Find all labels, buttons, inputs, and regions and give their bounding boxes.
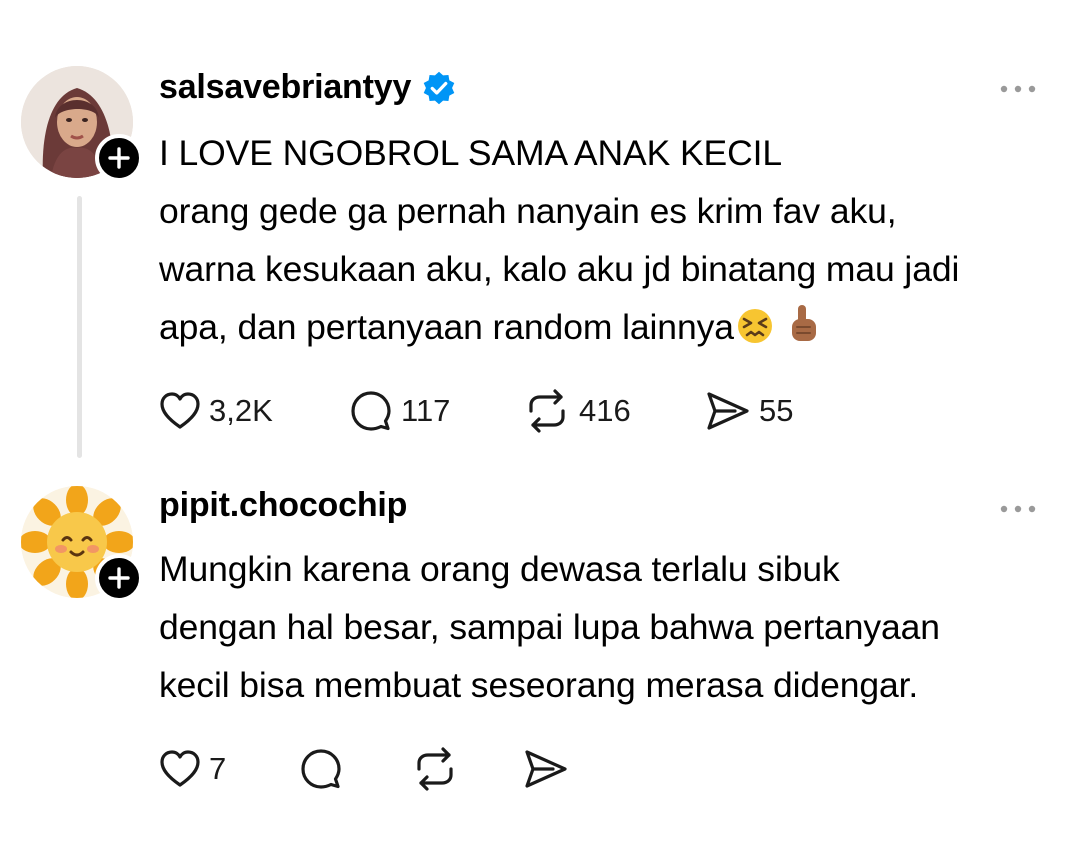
- like-count: 3,2K: [209, 393, 273, 428]
- text-line: Mungkin karena orang dewasa terlalu sibu…: [159, 549, 840, 589]
- confounded-face-icon: [737, 309, 772, 343]
- author-avatar-wrap: [21, 66, 143, 182]
- share-button[interactable]: 55: [705, 388, 793, 434]
- post-main: salsavebriantyy I LOVE NGOBROL SAMA ANAK…: [0, 0, 1080, 470]
- like-button[interactable]: 7: [159, 746, 226, 792]
- username[interactable]: pipit.chocochip: [159, 486, 407, 525]
- repost-icon: [417, 747, 453, 791]
- text-line: I LOVE NGOBROL SAMA ANAK KECIL: [159, 133, 783, 173]
- repost-count: 416: [579, 393, 631, 428]
- text-line: kecil bisa membuat seseorang merasa dide…: [159, 665, 919, 705]
- thread-line: [77, 196, 82, 458]
- post-text: I LOVE NGOBROL SAMA ANAK KECIL orang ged…: [159, 124, 1059, 356]
- plus-icon: [108, 147, 130, 169]
- reply-count: 117: [401, 393, 451, 428]
- repost-button[interactable]: [411, 746, 459, 792]
- author-avatar-wrap: [21, 486, 143, 602]
- post-text: Mungkin karena orang dewasa terlalu sibu…: [159, 540, 1059, 714]
- send-icon: [707, 392, 749, 430]
- text-line: dengan hal besar, sampai lupa bahwa pert…: [159, 607, 940, 647]
- index-pointing-up-icon: [791, 305, 816, 341]
- repost-button[interactable]: 416: [523, 388, 631, 434]
- share-button[interactable]: [523, 746, 569, 792]
- share-count: 55: [759, 393, 794, 428]
- verified-badge-icon: [423, 71, 455, 104]
- comment-icon: [351, 391, 391, 431]
- like-count: 7: [209, 751, 227, 786]
- plus-icon: [108, 567, 130, 589]
- like-button[interactable]: 3,2K: [159, 388, 273, 434]
- follow-button[interactable]: [95, 554, 143, 602]
- more-dots-icon[interactable]: [998, 502, 1038, 516]
- post-reply: pipit.chocochip Mungkin karena orang dew…: [0, 470, 1080, 856]
- repost-icon: [529, 389, 565, 433]
- username-row: pipit.chocochip: [159, 486, 407, 525]
- reply-button[interactable]: [299, 746, 343, 792]
- text-line: orang gede ga pernah nanyain es krim fav…: [159, 191, 897, 231]
- text-line: apa, dan pertanyaan random lainnya: [159, 307, 734, 347]
- text-line-with-emoji: apa, dan pertanyaan random lainnya: [159, 298, 1059, 356]
- heart-icon: [160, 392, 200, 429]
- username-row: salsavebriantyy: [159, 68, 457, 107]
- username[interactable]: salsavebriantyy: [159, 68, 411, 107]
- more-dots-icon[interactable]: [998, 82, 1038, 96]
- reply-button[interactable]: 117: [349, 388, 450, 434]
- text-line: warna kesukaan aku, kalo aku jd binatang…: [159, 249, 960, 289]
- comment-icon: [301, 749, 341, 789]
- follow-button[interactable]: [95, 134, 143, 182]
- heart-icon: [160, 750, 200, 787]
- send-icon: [525, 750, 567, 788]
